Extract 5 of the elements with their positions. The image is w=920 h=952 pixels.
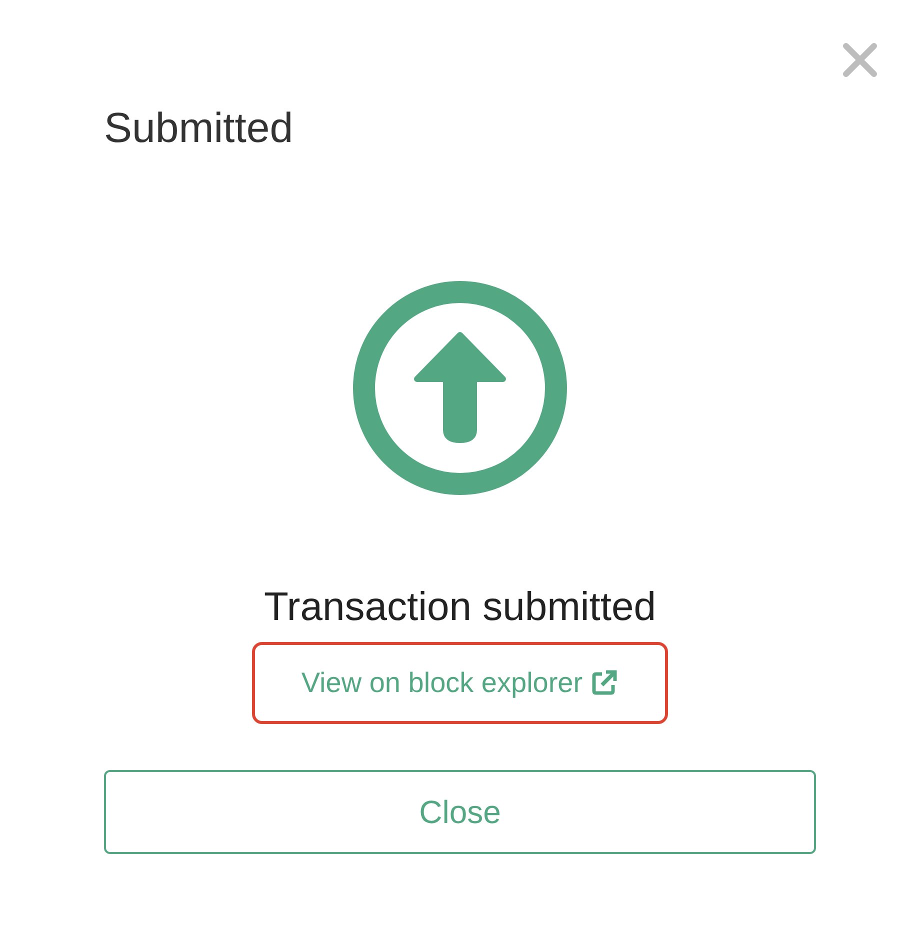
close-button[interactable]: Close xyxy=(104,770,816,854)
dialog-title: Submitted xyxy=(104,103,294,153)
block-explorer-link[interactable]: View on block explorer xyxy=(301,663,619,703)
close-icon[interactable] xyxy=(842,42,878,78)
status-message: Transaction submitted xyxy=(262,584,658,631)
